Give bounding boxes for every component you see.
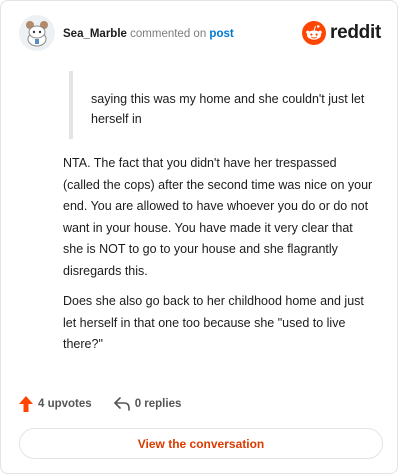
view-conversation-button[interactable]: View the conversation [19,428,383,459]
post-link[interactable]: post [209,28,233,40]
comment-header: Sea_Marble commented on post reddit [19,15,381,55]
action-text: commented on [130,28,207,40]
upvote-arrow-icon [19,396,33,412]
reddit-brand[interactable]: reddit [302,21,381,45]
reply-count: 0 replies [134,398,182,410]
comment-actions: 4 upvotes 0 replies [19,393,181,415]
reply-action[interactable]: 0 replies [113,397,182,411]
username-link[interactable]: Sea_Marble [63,28,127,40]
upvote-action[interactable]: 4 upvotes [19,396,92,412]
reddit-logo-icon [302,21,327,45]
avatar-icon [19,15,55,51]
comment-paragraph-2: Does she also go back to her childhood h… [63,294,364,351]
quote-block: saying this was my home and she couldn't… [69,71,369,139]
upvote-count: 4 upvotes [38,398,92,410]
embed-card: Sea_Marble commented on post reddit sayi… [0,0,398,474]
avatar[interactable] [19,15,55,51]
byline: Sea_Marble commented on post [63,28,234,40]
reply-icon [113,397,130,411]
comment-paragraph-1: NTA. The fact that you didn't have her t… [63,156,373,278]
brand-name: reddit [330,22,381,43]
